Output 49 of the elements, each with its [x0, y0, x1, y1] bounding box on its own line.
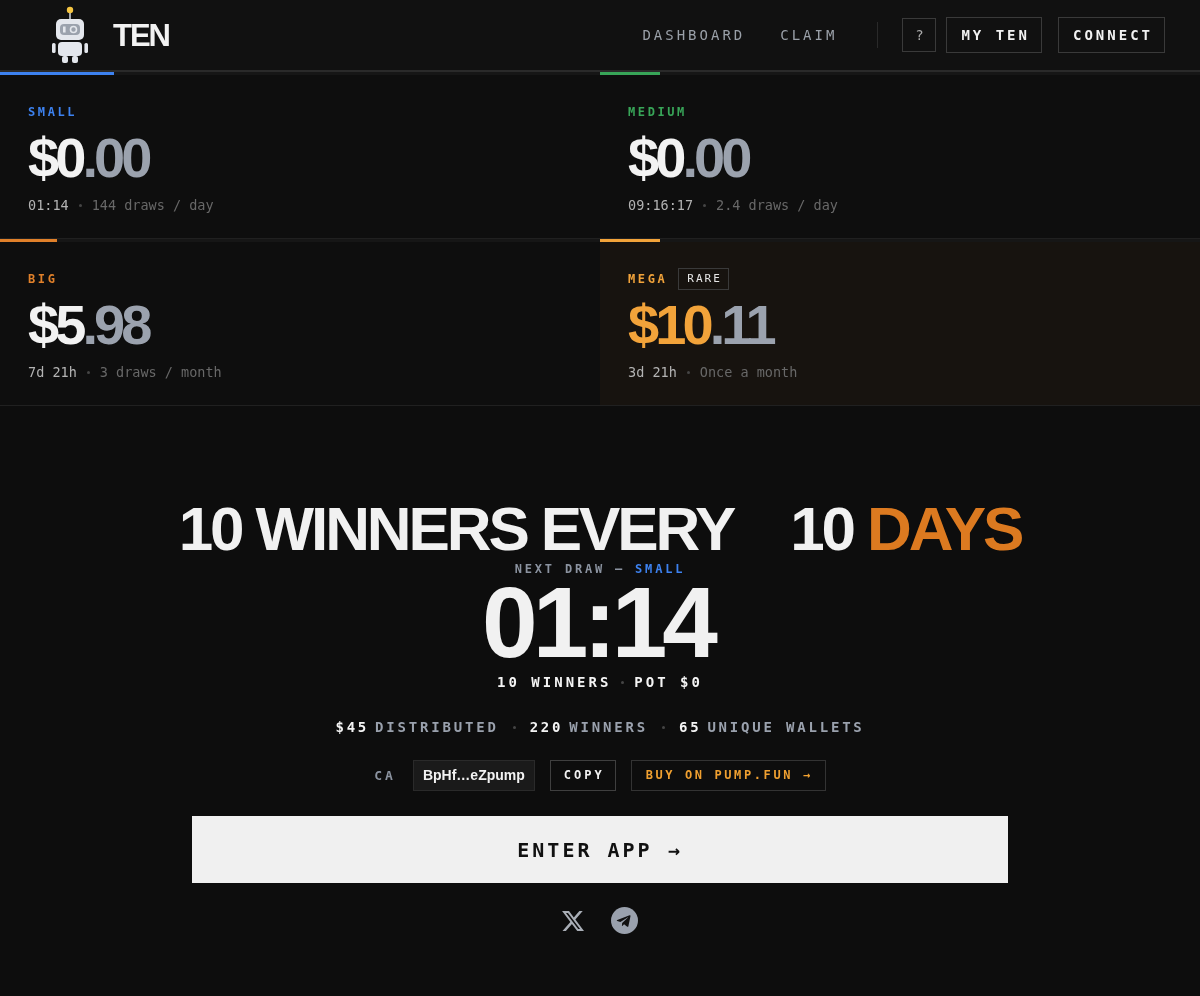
nav-link[interactable]: CLAIM — [780, 25, 838, 45]
help-button[interactable]: ? — [902, 18, 937, 52]
countdown-text: 7d 21h — [28, 363, 77, 382]
prize-amount: $0.00 — [28, 129, 151, 187]
tier-label: MEGA — [628, 271, 668, 287]
robot-logo-icon — [52, 6, 88, 64]
countdown-text: 01:14 — [28, 196, 69, 215]
x-icon[interactable] — [562, 910, 584, 931]
stat-value: $45 — [335, 718, 370, 737]
next-draw-label: NEXT DRAW — SMALL — [514, 561, 686, 578]
tier-label: MEDIUM — [628, 104, 687, 120]
stat-label: DISTRIBUTED — [375, 718, 499, 737]
frequency-text: 144 draws / day — [91, 196, 214, 215]
round-info-text: 10 WINNERS — [497, 673, 612, 692]
tier-label: BIG — [28, 271, 58, 287]
dot-icon — [703, 203, 707, 207]
dot-icon — [661, 725, 665, 729]
enter-app-button[interactable]: ENTER APP → — [192, 816, 1008, 883]
prize-amount: $5.98 — [28, 296, 151, 354]
contract-label: CA — [374, 766, 396, 785]
nav-link[interactable]: DASHBOARD — [642, 25, 746, 45]
prize-amount: $0.00 — [628, 129, 751, 187]
contract-address: BpHf…eZpump — [412, 760, 535, 791]
tier-label: SMALL — [28, 104, 78, 120]
countdown-text: 09:16:17 — [628, 196, 694, 215]
my-ten-button[interactable]: MY TEN — [946, 17, 1042, 53]
frequency-text: Once a month — [699, 363, 798, 382]
countdown-text: 3d 21h — [628, 363, 677, 382]
dot-icon — [78, 203, 82, 207]
logo-text: TEN — [113, 19, 169, 51]
frequency-text: 2.4 draws / day — [716, 196, 838, 215]
dot-icon — [621, 680, 625, 684]
stat-value: 65 — [678, 718, 702, 737]
buy-button[interactable]: BUY ON PUMP.FUN → — [630, 760, 826, 791]
prize-amount: $10.11 — [628, 296, 775, 354]
paper-plane-icon[interactable] — [611, 907, 638, 934]
connect-button[interactable]: CONNECT — [1058, 17, 1165, 53]
stat-label: WINNERS — [569, 718, 648, 737]
countdown-timer: 01:14 — [482, 580, 716, 664]
stat-label: UNIQUE WALLETS — [707, 718, 865, 737]
dot-icon — [512, 725, 516, 729]
dot-icon — [686, 370, 690, 374]
round-info-text: POT $0 — [634, 673, 703, 692]
dot-icon — [86, 370, 90, 374]
rarity-tag: RARE — [678, 268, 729, 290]
copy-button[interactable]: COPY — [549, 760, 616, 791]
stat-value: 220 — [529, 718, 564, 737]
frequency-text: 3 draws / month — [99, 363, 222, 382]
headline: 10 WINNERS EVERY 10 DAYS — [178, 498, 1022, 560]
